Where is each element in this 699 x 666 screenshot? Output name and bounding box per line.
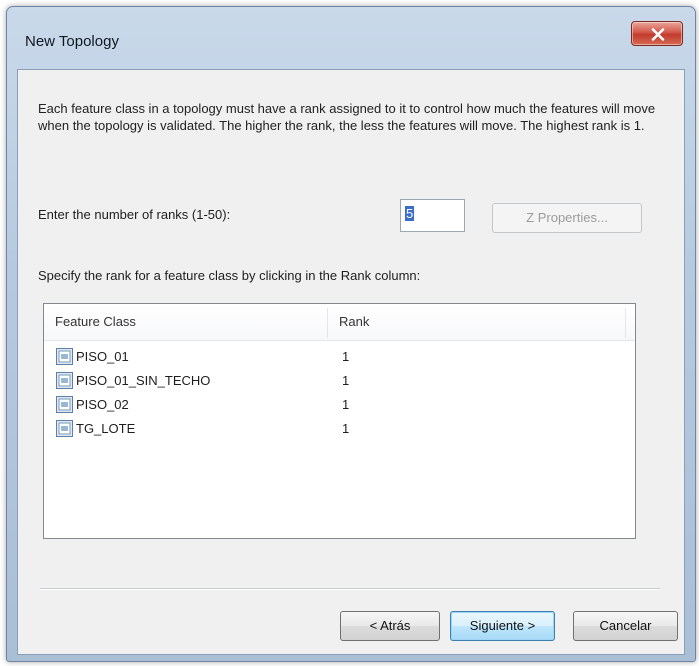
- feature-class-icon: [56, 348, 73, 365]
- list-item[interactable]: PISO_01 1: [44, 345, 635, 369]
- feature-class-icon: [56, 372, 73, 389]
- title-bar[interactable]: New Topology: [7, 7, 695, 69]
- list-item[interactable]: TG_LOTE 1: [44, 417, 635, 441]
- list-header: Feature Class Rank: [44, 304, 635, 341]
- feature-class-rank[interactable]: 1: [342, 421, 349, 436]
- ranks-input-value: 5: [405, 206, 415, 221]
- feature-class-rank[interactable]: 1: [342, 397, 349, 412]
- ranks-label: Enter the number of ranks (1-50):: [38, 207, 231, 222]
- next-button[interactable]: Siguiente >: [450, 611, 555, 641]
- specify-rank-label: Specify the rank for a feature class by …: [38, 268, 421, 283]
- description-text: Each feature class in a topology must ha…: [38, 101, 656, 133]
- column-header-rank[interactable]: Rank: [339, 314, 369, 329]
- list-item[interactable]: PISO_02 1: [44, 393, 635, 417]
- feature-class-rank[interactable]: 1: [342, 349, 349, 364]
- cancel-button[interactable]: Cancelar: [573, 611, 678, 641]
- list-item[interactable]: PISO_01_SIN_TECHO 1: [44, 369, 635, 393]
- ranks-input[interactable]: 5: [400, 199, 465, 232]
- feature-class-icon: [56, 420, 73, 437]
- new-topology-dialog: New Topology Each feature class in a top…: [6, 6, 696, 662]
- window-title: New Topology: [25, 33, 119, 50]
- feature-class-name: TG_LOTE: [76, 421, 136, 436]
- dialog-client-area: Each feature class in a topology must ha…: [17, 69, 685, 655]
- feature-class-icon: [56, 396, 73, 413]
- z-properties-button[interactable]: Z Properties...: [492, 203, 642, 233]
- feature-class-list[interactable]: Feature Class Rank PISO_01 1 PISO_01_SIN…: [43, 303, 636, 539]
- feature-class-name: PISO_02: [76, 397, 129, 412]
- column-separator[interactable]: [327, 308, 328, 338]
- column-separator[interactable]: [625, 308, 626, 338]
- feature-class-name: PISO_01_SIN_TECHO: [76, 373, 211, 388]
- back-button[interactable]: < Atrás: [340, 611, 440, 641]
- close-button[interactable]: [631, 21, 683, 46]
- feature-class-rank[interactable]: 1: [342, 373, 349, 388]
- footer-divider: [40, 588, 660, 590]
- column-header-feature-class[interactable]: Feature Class: [55, 314, 136, 329]
- feature-class-name: PISO_01: [76, 349, 129, 364]
- close-icon: [651, 28, 665, 41]
